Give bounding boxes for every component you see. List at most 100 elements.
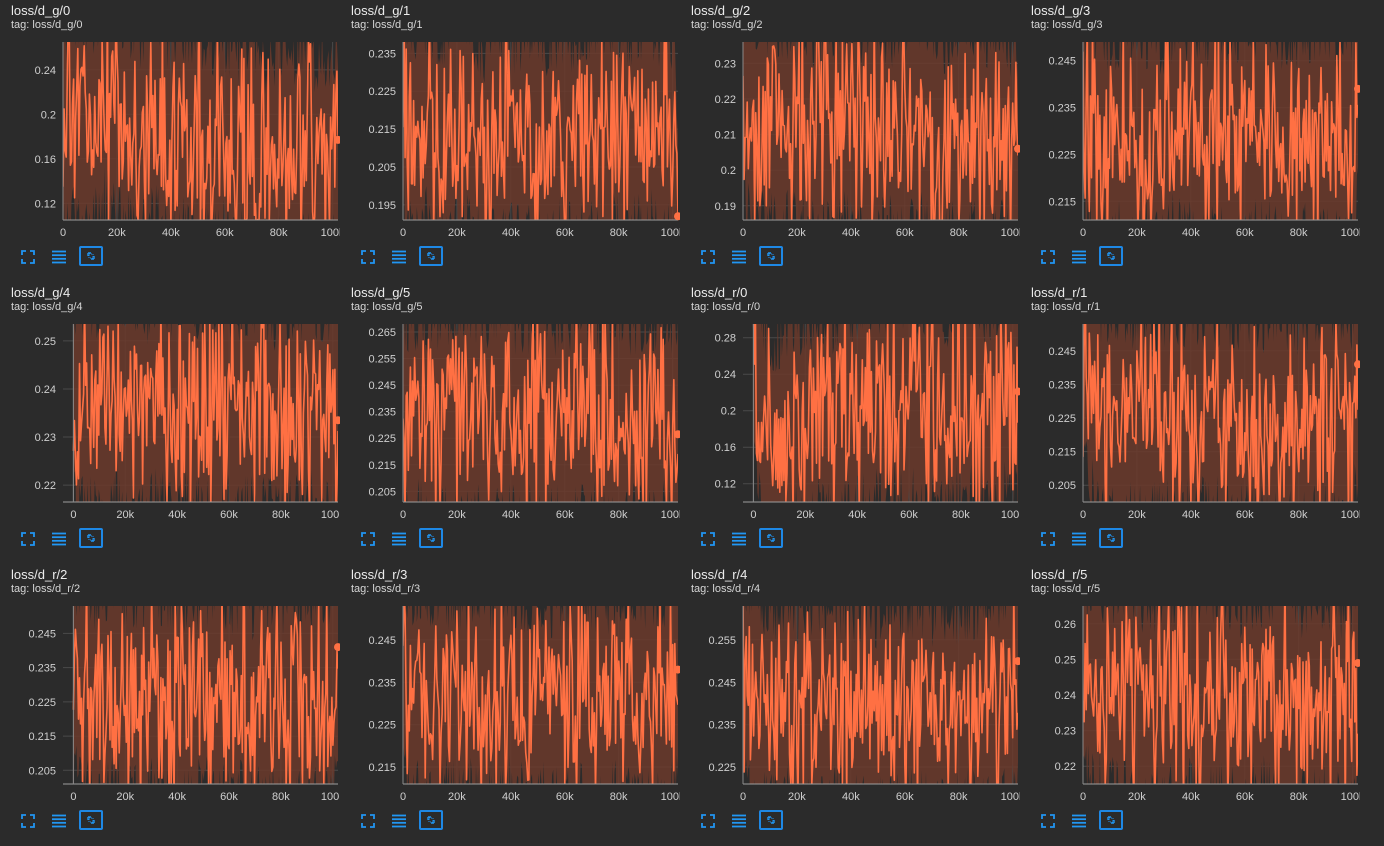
- fullscreen-button[interactable]: [697, 810, 719, 832]
- line-chart[interactable]: 0 20k 40k 60k 80k 100k 0.19 0.2 0.21 0.22 0.23: [680, 36, 1020, 240]
- y-tick-label: 0.235: [1048, 379, 1076, 391]
- fullscreen-icon: [1041, 532, 1055, 546]
- y-tick-label: 0.265: [368, 327, 396, 339]
- fullscreen-button[interactable]: [697, 528, 719, 550]
- fullscreen-icon: [701, 250, 715, 264]
- fit-domain-button[interactable]: [79, 528, 103, 548]
- line-chart[interactable]: 0 20k 40k 60k 80k 100k 0.225 0.235 0.245 0.255: [680, 600, 1020, 804]
- y-tick-label: 0.255: [708, 635, 736, 647]
- x-tick-label: 20k: [1128, 509, 1146, 521]
- scalar-card: loss/d_r/5 tag: loss/d_r/5 0 20k 40k 60k 80k 10…: [1020, 564, 1360, 846]
- fit-domain-button[interactable]: [1099, 246, 1123, 266]
- toggle-log-scale-icon: [1072, 814, 1086, 828]
- x-tick-label: 60k: [556, 509, 574, 521]
- x-tick-label: 100k: [661, 227, 680, 239]
- toggle-log-scale-button[interactable]: [388, 810, 410, 832]
- x-tick-label: 100k: [1001, 791, 1020, 803]
- toggle-log-scale-button[interactable]: [1068, 528, 1090, 550]
- toggle-log-scale-button[interactable]: [388, 246, 410, 268]
- toggle-log-scale-button[interactable]: [48, 810, 70, 832]
- x-tick-label: 80k: [1290, 509, 1308, 521]
- x-tick-label: 20k: [788, 227, 806, 239]
- x-tick-label: 0: [70, 791, 76, 803]
- toggle-log-scale-button[interactable]: [388, 528, 410, 550]
- y-tick-label: 0.215: [28, 731, 56, 743]
- fullscreen-icon: [21, 532, 35, 546]
- line-chart[interactable]: 0 20k 40k 60k 80k 100k 0.195 0.205 0.215 0.225 0.2…: [340, 36, 680, 240]
- fit-domain-button[interactable]: [79, 246, 103, 266]
- fit-domain-button[interactable]: [419, 810, 443, 830]
- chart-title: loss/d_g/3: [1031, 3, 1091, 18]
- y-tick-label: 0.245: [368, 635, 396, 647]
- x-tick-label: 80k: [1290, 791, 1308, 803]
- fullscreen-button[interactable]: [697, 246, 719, 268]
- scalar-card: loss/d_r/1 tag: loss/d_r/1 0 20k 40k 60k 80k 10…: [1020, 282, 1360, 564]
- fullscreen-button[interactable]: [17, 528, 39, 550]
- toggle-log-scale-button[interactable]: [728, 810, 750, 832]
- scalar-card: loss/d_g/3 tag: loss/d_g/3 0 20k 40k 60k 80k 10…: [1020, 0, 1360, 282]
- toggle-log-scale-button[interactable]: [1068, 810, 1090, 832]
- fit-domain-button[interactable]: [759, 810, 783, 830]
- x-tick-label: 80k: [270, 227, 288, 239]
- fullscreen-button[interactable]: [1037, 528, 1059, 550]
- x-tick-label: 0: [740, 227, 746, 239]
- x-tick-label: 0: [1080, 791, 1086, 803]
- x-tick-label: 80k: [272, 509, 290, 521]
- line-chart[interactable]: 0 20k 40k 60k 80k 100k 0.12 0.16 0.2 0.24: [0, 36, 340, 240]
- chart-title: loss/d_g/2: [691, 3, 751, 18]
- line-chart[interactable]: 0 20k 40k 60k 80k 100k 0.22 0.23 0.24 0.25: [0, 318, 340, 522]
- scalar-card: loss/d_g/1 tag: loss/d_g/1 0 20k 40k 60k 80k 10…: [340, 0, 680, 282]
- x-tick-label: 20k: [1128, 227, 1146, 239]
- line-chart[interactable]: 0 20k 40k 60k 80k 100k 0.215 0.225 0.235 0.245: [1020, 36, 1360, 240]
- fullscreen-button[interactable]: [17, 246, 39, 268]
- fit-domain-button[interactable]: [419, 246, 443, 266]
- fit-domain-button[interactable]: [759, 246, 783, 266]
- line-chart[interactable]: 0 20k 40k 60k 80k 100k 0.205 0.215 0.225 0.235 0.2…: [1020, 318, 1360, 522]
- x-tick-label: 40k: [502, 791, 520, 803]
- fit-domain-button[interactable]: [1099, 810, 1123, 830]
- line-chart[interactable]: 0 20k 40k 60k 80k 100k 0.215 0.225 0.235 0.245: [340, 600, 680, 804]
- x-tick-label: 20k: [116, 509, 134, 521]
- x-tick-label: 20k: [108, 227, 126, 239]
- chart-title: loss/d_g/5: [351, 285, 411, 300]
- x-tick-label: 100k: [321, 791, 340, 803]
- fit-domain-icon: [1107, 534, 1115, 542]
- fit-domain-button[interactable]: [1099, 528, 1123, 548]
- toggle-log-scale-icon: [52, 250, 66, 264]
- chart-title: loss/d_r/1: [1031, 285, 1088, 300]
- fit-domain-icon: [767, 252, 775, 260]
- fit-domain-button[interactable]: [79, 810, 103, 830]
- y-tick-label: 0.215: [368, 460, 396, 472]
- fullscreen-button[interactable]: [357, 246, 379, 268]
- fit-domain-button[interactable]: [419, 528, 443, 548]
- fullscreen-button[interactable]: [1037, 810, 1059, 832]
- y-tick-label: 0.205: [1048, 480, 1076, 492]
- fullscreen-icon: [21, 250, 35, 264]
- y-tick-label: 0.2: [41, 109, 56, 121]
- fit-domain-button[interactable]: [759, 528, 783, 548]
- toggle-log-scale-button[interactable]: [1068, 246, 1090, 268]
- fullscreen-icon: [701, 532, 715, 546]
- x-tick-label: 80k: [950, 227, 968, 239]
- toggle-log-scale-button[interactable]: [728, 528, 750, 550]
- y-tick-label: 0.235: [368, 407, 396, 419]
- fullscreen-icon: [1041, 250, 1055, 264]
- x-tick-label: 0: [400, 509, 406, 521]
- fullscreen-button[interactable]: [357, 810, 379, 832]
- toggle-log-scale-icon: [1072, 250, 1086, 264]
- x-tick-label: 40k: [848, 509, 866, 521]
- toggle-log-scale-button[interactable]: [728, 246, 750, 268]
- toggle-log-scale-button[interactable]: [48, 528, 70, 550]
- y-tick-label: 0.2: [721, 406, 736, 418]
- line-chart[interactable]: 0 20k 40k 60k 80k 100k 0.12 0.16 0.2 0.24 0.28: [680, 318, 1020, 522]
- fullscreen-button[interactable]: [1037, 246, 1059, 268]
- toggle-log-scale-button[interactable]: [48, 246, 70, 268]
- y-tick-label: 0.235: [28, 663, 56, 675]
- line-chart[interactable]: 0 20k 40k 60k 80k 100k 0.205 0.215 0.225 0.235 0.2…: [0, 600, 340, 804]
- fullscreen-button[interactable]: [357, 528, 379, 550]
- line-chart[interactable]: 0 20k 40k 60k 80k 100k 0.22 0.23 0.24 0.25 0.26: [1020, 600, 1360, 804]
- fullscreen-button[interactable]: [17, 810, 39, 832]
- line-chart[interactable]: 0 20k 40k 60k 80k 100k 0.205 0.215 0.225 0.235 0.2…: [340, 318, 680, 522]
- y-tick-label: 0.245: [708, 677, 736, 689]
- x-tick-label: 80k: [952, 509, 970, 521]
